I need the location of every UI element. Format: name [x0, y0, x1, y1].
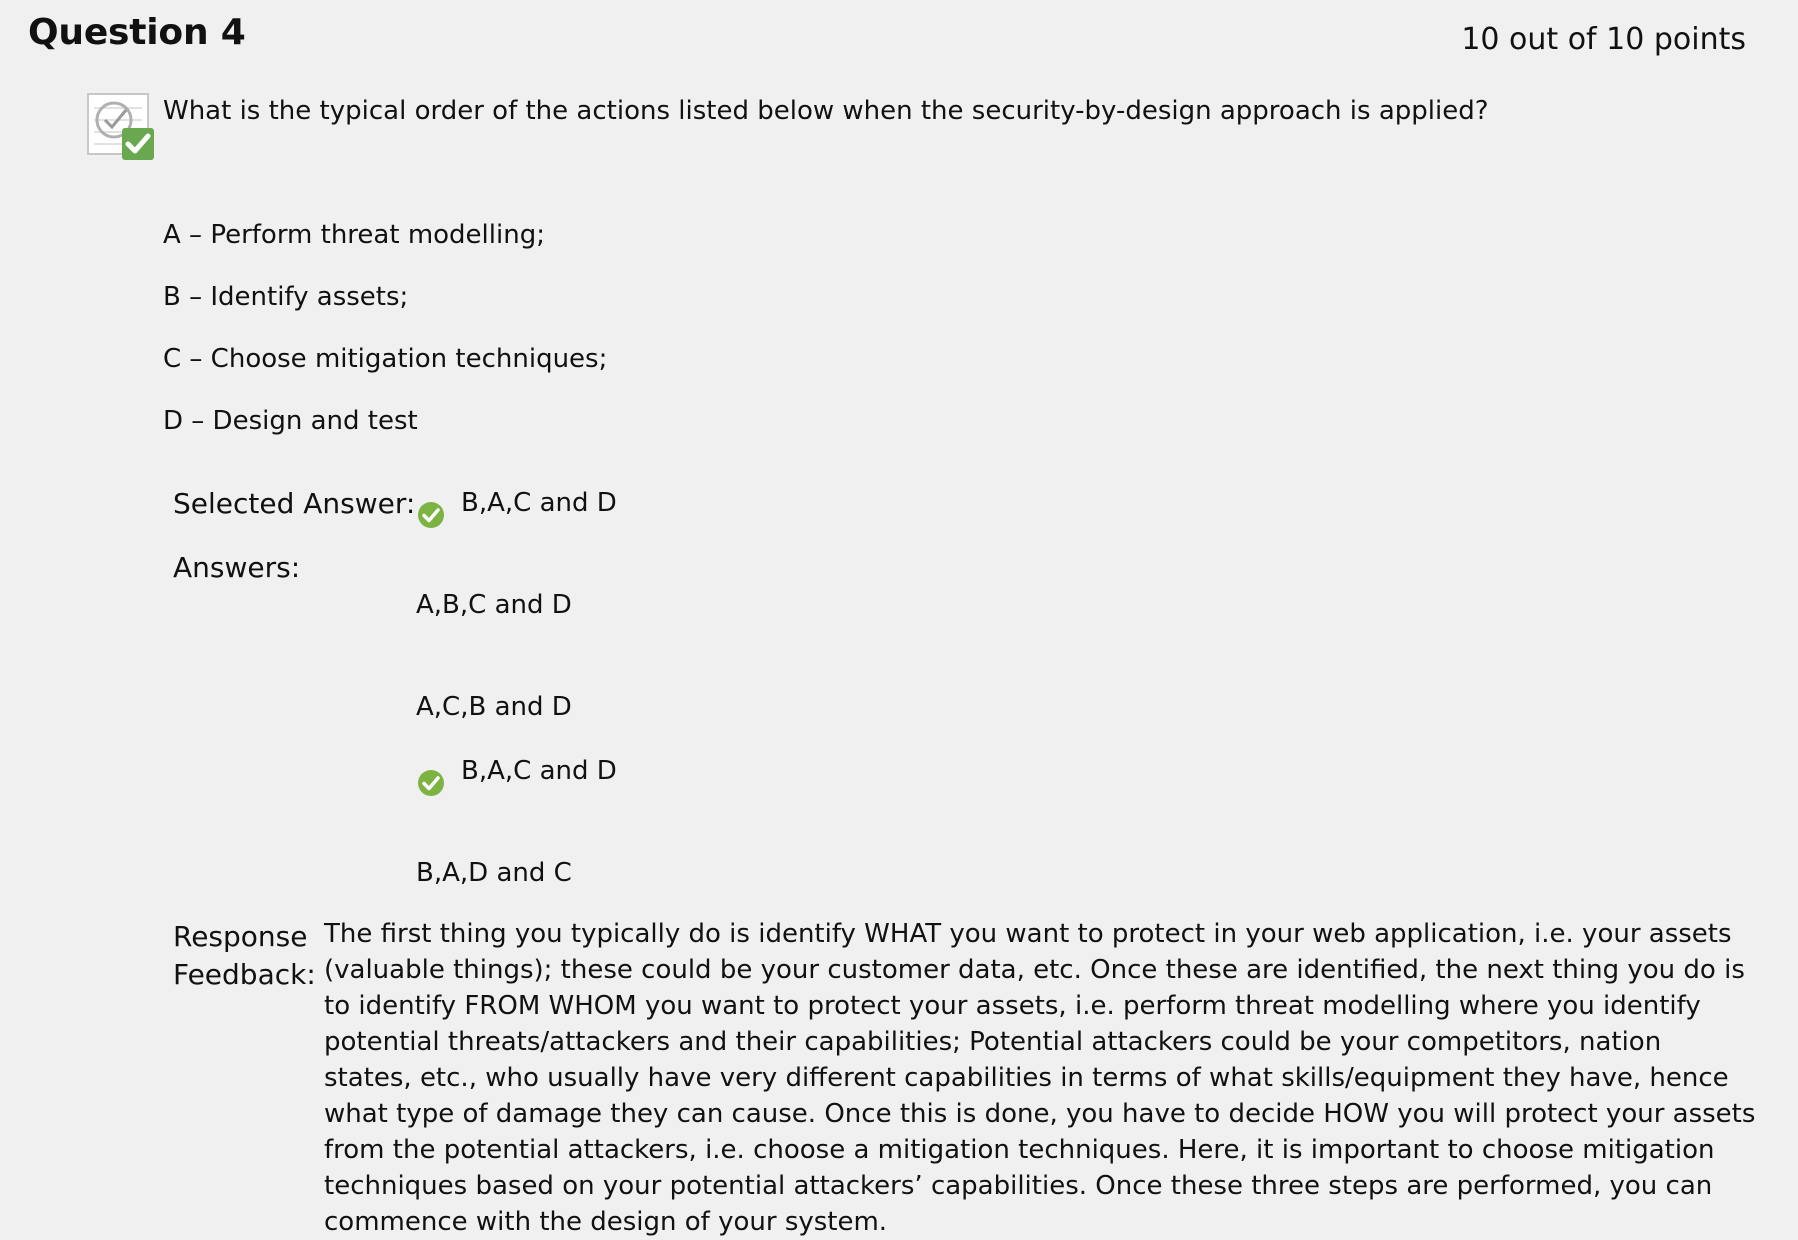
feedback-label-line2: Feedback: [173, 958, 316, 991]
question-points: 10 out of 10 points [1461, 22, 1746, 57]
question-text: What is the typical order of the actions… [163, 96, 1489, 126]
feedback-text: The first thing you typically do is iden… [324, 919, 1756, 1237]
correct-check-icon [416, 500, 446, 530]
answer-item-correct: B,A,C and D [461, 756, 617, 786]
answers-label: Answers: [173, 551, 301, 584]
correct-check-icon [416, 768, 446, 798]
answer-item: A,C,B and D [416, 692, 572, 722]
feedback-label-line1: Response [173, 920, 308, 953]
answer-item: A,B,C and D [416, 590, 572, 620]
answer-item: B,A,D and C [416, 858, 572, 888]
question-title: Question 4 [28, 12, 246, 53]
option-a: A – Perform threat modelling; [163, 220, 545, 250]
selected-answer-label: Selected Answer: [173, 487, 416, 520]
option-b: B – Identify assets; [163, 282, 409, 312]
graded-correct-icon [86, 92, 156, 162]
option-c: C – Choose mitigation techniques; [163, 344, 608, 374]
option-d: D – Design and test [163, 406, 418, 436]
selected-answer-value: B,A,C and D [461, 488, 617, 518]
